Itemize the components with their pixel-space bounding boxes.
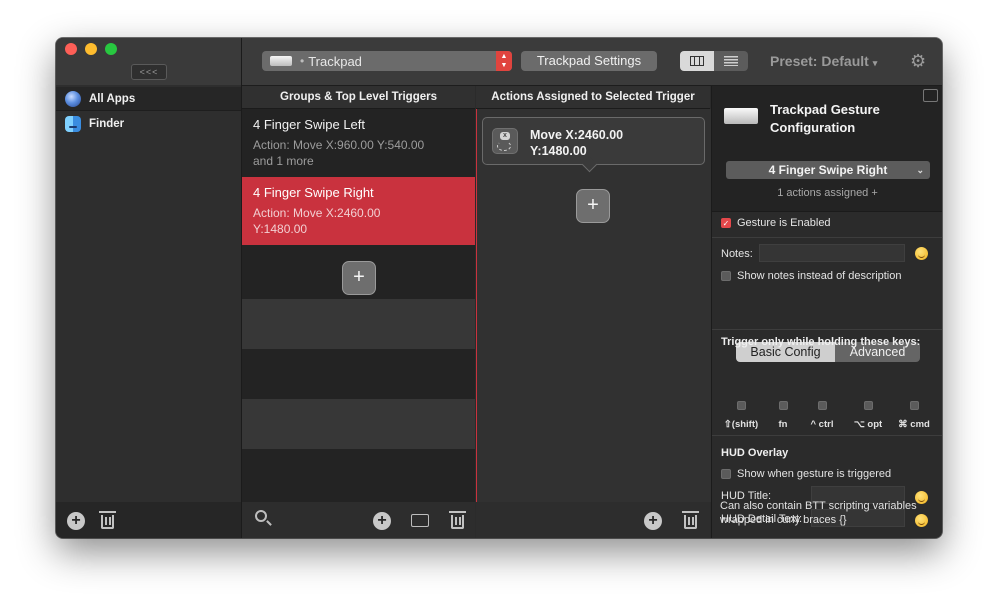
- view-mode-segmented: [680, 51, 748, 71]
- trackpad-icon: [270, 56, 292, 66]
- checkbox-box: [721, 469, 731, 479]
- action-description: Move X:2460.00 Y:1480.00: [530, 128, 624, 158]
- device-type-select[interactable]: • Trackpad ▲ ▼: [262, 51, 512, 71]
- chevron-down-icon: ⌄: [916, 165, 924, 175]
- bullet-glyph: •: [300, 54, 305, 68]
- new-folder-icon[interactable]: [411, 514, 429, 527]
- sidebar-item-all-apps[interactable]: All Apps: [56, 87, 241, 111]
- chevron-down-icon: ▾: [872, 58, 878, 68]
- trigger-type-select[interactable]: 4 Finger Swipe Right ⌄: [726, 161, 930, 179]
- action-card[interactable]: x Move X:2460.00 Y:1480.00: [482, 117, 705, 165]
- notes-input[interactable]: [759, 244, 905, 262]
- preset-selector[interactable]: Preset: Default ▾: [770, 53, 877, 69]
- trackpad-settings-button[interactable]: Trackpad Settings: [521, 51, 657, 71]
- device-type-label: Trackpad: [308, 53, 362, 69]
- modifier-keys-heading: Trigger only while holding these keys:: [721, 336, 921, 348]
- modifier-cmd-checkbox[interactable]: ⌘ cmd: [894, 401, 934, 430]
- triggers-column-header: Groups & Top Level Triggers: [242, 86, 475, 109]
- divider: [712, 435, 942, 436]
- sidebar-item-label: Finder: [89, 118, 125, 130]
- config-header: Trackpad Gesture Configuration 4 Finger …: [712, 86, 942, 212]
- globe-icon: [65, 90, 81, 107]
- empty-row-stripe: [242, 299, 475, 349]
- modifier-shift-checkbox[interactable]: ⇧(shift): [721, 401, 761, 430]
- notes-row: Notes:: [721, 248, 753, 260]
- emoji-picker-icon[interactable]: [915, 247, 928, 260]
- search-icon[interactable]: [255, 510, 267, 522]
- collapse-sidebar-button[interactable]: <<<: [131, 64, 167, 80]
- search-icon-handle: [266, 520, 272, 526]
- add-trigger-footer-button[interactable]: +: [373, 512, 391, 530]
- add-action-button[interactable]: +: [576, 189, 610, 223]
- actions-assigned-link[interactable]: 1 actions assigned +: [712, 187, 942, 199]
- add-action-footer-button[interactable]: +: [644, 512, 662, 530]
- modifier-label: fn: [778, 419, 788, 430]
- modifier-opt-checkbox[interactable]: ⌥ opt: [848, 401, 888, 430]
- trigger-description: Action: Move X:960.00 Y:540.00 and 1 mor…: [253, 138, 425, 168]
- scripting-note: Can also contain BTT scripting variables…: [720, 500, 917, 526]
- modifier-fn-checkbox[interactable]: fn: [763, 401, 803, 430]
- list-view-button[interactable]: [714, 51, 748, 71]
- divider: [712, 237, 942, 238]
- modifier-ctrl-checkbox[interactable]: ^ ctrl: [802, 401, 842, 430]
- trigger-title: 4 Finger Swipe Right: [253, 185, 374, 200]
- hud-show-checkbox[interactable]: Show when gesture is triggered: [721, 468, 891, 480]
- actions-column-header: Actions Assigned to Selected Trigger: [476, 86, 710, 109]
- trigger-row[interactable]: 4 Finger Swipe Left Action: Move X:960.0…: [242, 109, 475, 177]
- hud-show-label: Show when gesture is triggered: [737, 468, 892, 480]
- updown-arrows-icon: ▲ ▼: [496, 51, 512, 71]
- main-toolbar: • Trackpad ▲ ▼ Trackpad Settings Preset: …: [242, 38, 942, 86]
- show-notes-label: Show notes instead of description: [737, 270, 902, 282]
- delete-trigger-icon[interactable]: [449, 511, 466, 529]
- detach-window-icon[interactable]: [923, 89, 938, 102]
- add-trigger-button[interactable]: +: [342, 261, 376, 295]
- gear-icon[interactable]: ⚙: [910, 51, 926, 72]
- actions-footer: +: [476, 502, 710, 538]
- divider: [712, 329, 942, 330]
- modifier-label: ⇧(shift): [723, 419, 759, 430]
- checkbox-box: [721, 271, 731, 281]
- preset-label: Preset: Default: [770, 53, 869, 69]
- window-controls: [65, 43, 117, 55]
- sidebar-item-label: All Apps: [89, 92, 136, 105]
- delete-action-icon[interactable]: [682, 511, 699, 529]
- trigger-row-selected[interactable]: 4 Finger Swipe Right Action: Move X:2460…: [242, 177, 475, 245]
- sidebar-footer: +: [56, 502, 241, 538]
- app-sidebar: <<< All Apps Finder +: [56, 38, 242, 538]
- notes-label: Notes:: [721, 248, 753, 260]
- gesture-enabled-label: Gesture is Enabled: [737, 217, 831, 229]
- list-icon: [724, 56, 738, 66]
- modifier-label: ^ ctrl: [810, 419, 834, 430]
- modifier-keys-row: ⇧(shift) fn ^ ctrl ⌥ opt ⌘ cmd: [712, 401, 942, 437]
- actions-list: x Move X:2460.00 Y:1480.00 +: [476, 109, 711, 502]
- checkmark-icon: ✓: [721, 218, 731, 228]
- trackpad-icon: [724, 108, 758, 124]
- modifier-label: ⌥ opt: [853, 419, 883, 430]
- modifier-label: ⌘ cmd: [898, 419, 930, 430]
- sidebar-titlebar: <<<: [56, 38, 241, 85]
- sidebar-item-finder[interactable]: Finder: [56, 112, 241, 136]
- triggers-footer: +: [242, 502, 475, 538]
- trigger-title: 4 Finger Swipe Left: [253, 117, 366, 132]
- delete-app-icon[interactable]: [99, 511, 116, 529]
- show-notes-checkbox[interactable]: Show notes instead of description: [721, 270, 902, 282]
- selected-trigger-label: 4 Finger Swipe Right: [768, 163, 888, 177]
- empty-row-stripe: [242, 399, 475, 449]
- hud-overlay-heading: HUD Overlay: [721, 447, 789, 459]
- app-window: <<< All Apps Finder + • Trackpad ▲ ▼ Trac…: [56, 38, 942, 538]
- close-window-button[interactable]: [65, 43, 77, 55]
- move-mouse-icon: x: [492, 128, 518, 154]
- minimize-window-button[interactable]: [85, 43, 97, 55]
- add-app-button[interactable]: +: [67, 512, 85, 530]
- config-panel: Trackpad Gesture Configuration 4 Finger …: [711, 86, 942, 538]
- columns-icon: [690, 56, 704, 66]
- column-view-button[interactable]: [680, 51, 714, 71]
- triggers-list: 4 Finger Swipe Left Action: Move X:960.0…: [242, 109, 475, 502]
- trigger-description: Action: Move X:2460.00 Y:1480.00: [253, 206, 381, 236]
- config-title: Trackpad Gesture Configuration: [770, 102, 880, 135]
- zoom-window-button[interactable]: [105, 43, 117, 55]
- gesture-enabled-checkbox[interactable]: ✓ Gesture is Enabled: [721, 217, 831, 229]
- finder-icon: [65, 116, 81, 132]
